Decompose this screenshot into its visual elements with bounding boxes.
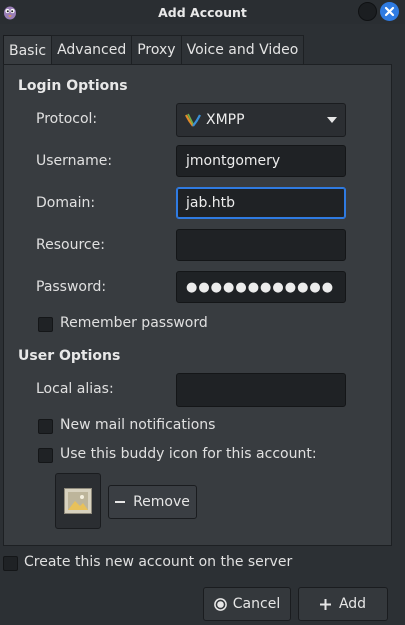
minus-icon [115,501,126,503]
remove-icon-button[interactable]: Remove [108,485,197,519]
pidgin-app-icon [4,6,16,20]
login-options-heading: Login Options [18,78,128,94]
create-account-label: Create this new account on the server [24,554,293,570]
new-mail-notifications-label: New mail notifications [60,417,216,433]
remove-button-label: Remove [133,494,190,510]
user-options-heading: User Options [18,348,121,364]
tab-advanced[interactable]: Advanced [51,35,133,64]
close-button[interactable] [380,2,399,21]
chevron-down-icon [327,117,337,123]
resource-field[interactable] [176,229,346,261]
basic-tab-panel: Login Options Protocol: XMPP Username: j… [3,64,392,546]
buddy-icon-button[interactable] [55,473,101,529]
password-field[interactable]: ●●●●●●●●●●●● [176,271,346,303]
tab-proxy[interactable]: Proxy [131,35,182,64]
cancel-button-label: Cancel [232,596,281,612]
window-title: Add Account [158,4,247,20]
minimize-button[interactable] [358,2,377,21]
protocol-label: Protocol: [36,111,98,127]
close-icon [384,6,395,17]
tab-bar: Basic Advanced Proxy Voice and Video [3,35,305,65]
protocol-select[interactable]: XMPP [176,103,346,137]
domain-label: Domain: [36,195,96,211]
tab-basic[interactable]: Basic [3,35,53,65]
title-bar: Add Account [0,0,405,24]
username-field[interactable]: jmontgomery [176,145,346,177]
xmpp-icon [185,113,201,127]
tab-voice-and-video[interactable]: Voice and Video [180,35,305,64]
password-label: Password: [36,279,107,295]
remember-password-checkbox[interactable] [38,317,53,332]
add-button[interactable]: Add [298,587,388,621]
add-account-dialog: Add Account Basic Advanced Proxy Voice a… [0,0,405,625]
new-mail-notifications-checkbox[interactable] [38,419,53,434]
plus-icon [319,598,331,610]
buddy-icon-label: Use this buddy icon for this account: [60,446,317,462]
resource-label: Resource: [36,237,105,253]
cancel-icon [213,597,227,611]
protocol-value: XMPP [206,112,245,128]
buddy-icon-checkbox[interactable] [38,448,53,463]
username-label: Username: [36,153,113,169]
domain-field[interactable]: jab.htb [176,187,346,219]
image-placeholder-icon [64,488,92,514]
remember-password-label: Remember password [60,315,208,331]
create-account-checkbox[interactable] [3,556,18,571]
cancel-button[interactable]: Cancel [203,587,291,621]
local-alias-field[interactable] [176,373,346,407]
local-alias-label: Local alias: [36,381,114,397]
add-button-label: Add [338,596,367,612]
